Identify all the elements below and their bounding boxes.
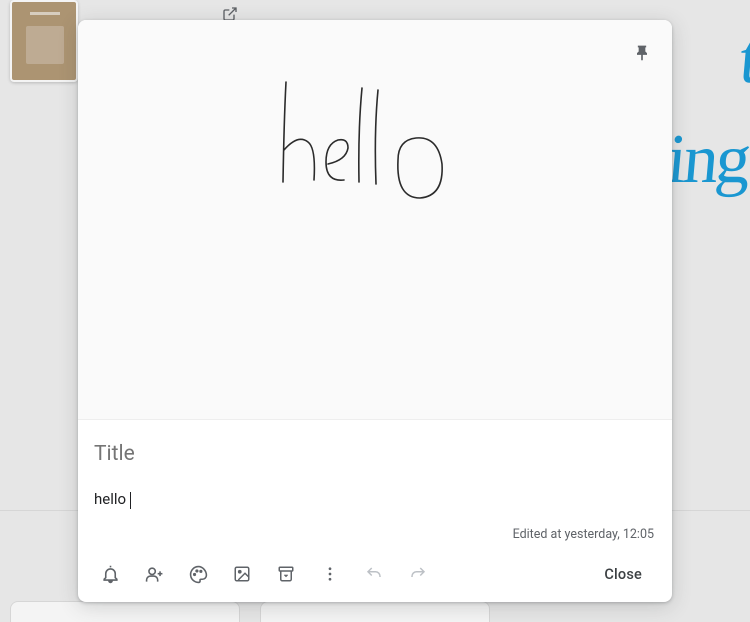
redo-button[interactable] <box>396 554 440 594</box>
remind-icon <box>101 565 120 584</box>
redo-icon <box>409 565 427 583</box>
remind-me-button[interactable] <box>88 554 132 594</box>
drawing-canvas[interactable] <box>78 20 672 420</box>
undo-icon <box>365 565 383 583</box>
title-input[interactable] <box>94 436 656 472</box>
pin-icon <box>632 44 652 64</box>
add-collaborator-button[interactable] <box>132 554 176 594</box>
palette-icon <box>189 565 208 584</box>
archive-icon <box>277 565 295 583</box>
note-text-input[interactable]: hello <box>94 472 656 514</box>
archive-button[interactable] <box>264 554 308 594</box>
note-toolbar: Close <box>78 550 672 602</box>
note-body: hello Edited at yesterday, 12:05 <box>78 420 672 550</box>
close-button[interactable]: Close <box>584 558 662 591</box>
color-palette-button[interactable] <box>176 554 220 594</box>
more-icon <box>321 565 339 583</box>
handwriting-hello <box>198 60 498 230</box>
edited-timestamp: Edited at yesterday, 12:05 <box>94 519 656 542</box>
undo-button[interactable] <box>352 554 396 594</box>
add-image-button[interactable] <box>220 554 264 594</box>
image-icon <box>233 565 251 583</box>
pin-button[interactable] <box>626 38 658 70</box>
add-collaborator-icon <box>145 565 164 584</box>
more-options-button[interactable] <box>308 554 352 594</box>
text-caret <box>130 492 131 509</box>
note-editor-modal: hello Edited at yesterday, 12:05 <box>78 20 672 602</box>
